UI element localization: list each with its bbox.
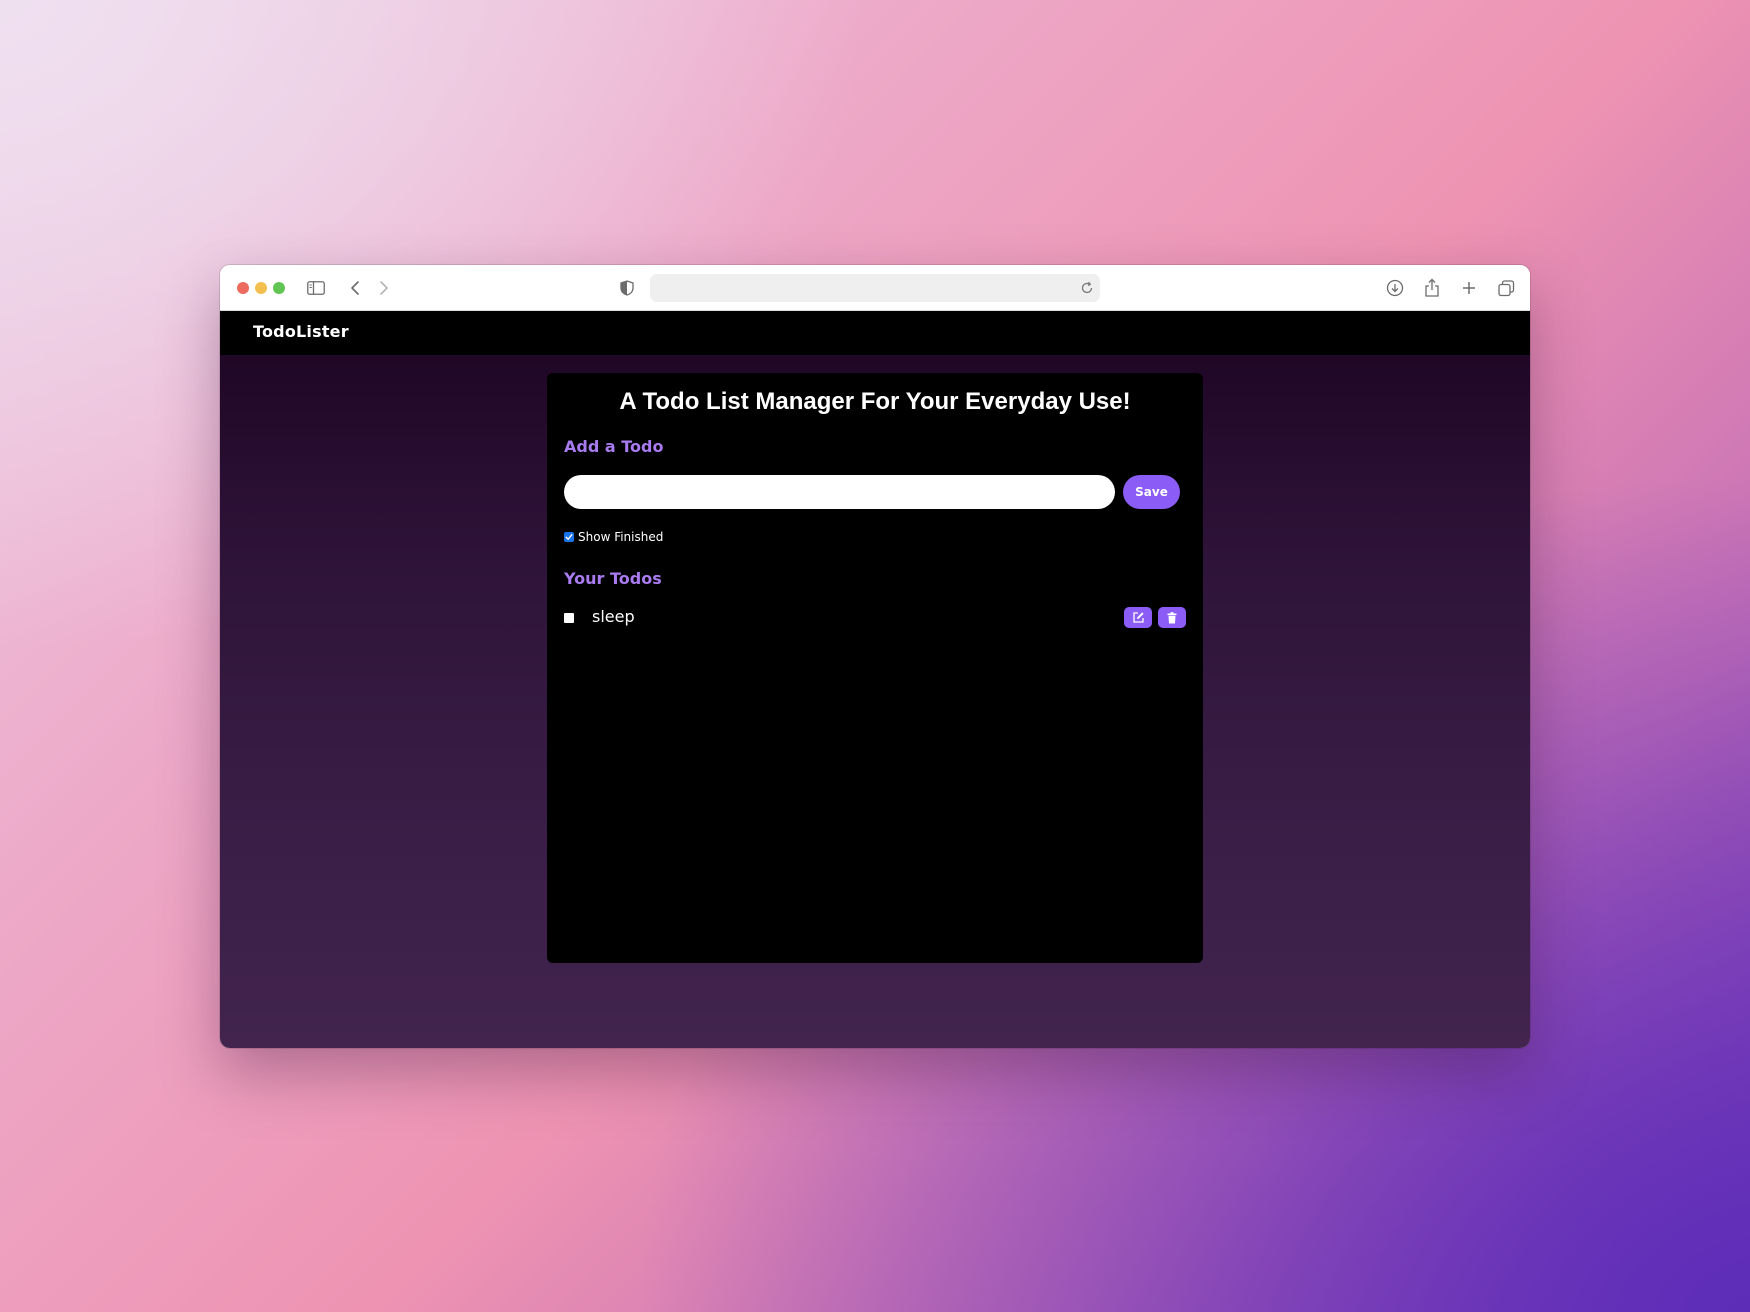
todo-checkbox[interactable] bbox=[564, 613, 574, 623]
add-todo-heading: Add a Todo bbox=[564, 437, 664, 456]
delete-todo-button[interactable] bbox=[1158, 607, 1186, 628]
zoom-window-button[interactable] bbox=[273, 282, 285, 294]
forward-icon[interactable] bbox=[373, 277, 395, 299]
show-finished-label: Show Finished bbox=[578, 530, 664, 544]
show-finished-toggle[interactable]: Show Finished bbox=[564, 530, 663, 544]
close-window-button[interactable] bbox=[237, 282, 249, 294]
shield-icon[interactable] bbox=[616, 277, 638, 299]
sidebar-icon[interactable] bbox=[305, 277, 327, 299]
todo-card: A Todo List Manager For Your Everyday Us… bbox=[547, 373, 1203, 963]
todo-item: sleep bbox=[564, 605, 1186, 629]
edit-todo-button[interactable] bbox=[1124, 607, 1152, 628]
brand-logo[interactable]: TodoLister bbox=[253, 322, 349, 341]
back-icon[interactable] bbox=[344, 277, 366, 299]
reload-icon[interactable] bbox=[1080, 280, 1094, 299]
navbar: TodoLister bbox=[220, 311, 1530, 355]
share-icon[interactable] bbox=[1421, 277, 1443, 299]
tabs-overview-icon[interactable] bbox=[1495, 277, 1517, 299]
minimize-window-button[interactable] bbox=[255, 282, 267, 294]
your-todos-heading: Your Todos bbox=[564, 569, 662, 588]
todo-text: sleep bbox=[592, 607, 635, 626]
page-viewport: TodoLister A Todo List Manager For Your … bbox=[220, 311, 1530, 1048]
trash-icon bbox=[1167, 611, 1177, 623]
todo-input[interactable] bbox=[564, 475, 1115, 509]
checkmark-icon bbox=[565, 534, 573, 540]
new-tab-icon[interactable] bbox=[1458, 277, 1480, 299]
show-finished-checkbox[interactable] bbox=[564, 532, 574, 542]
download-icon[interactable] bbox=[1384, 277, 1406, 299]
browser-window: TodoLister A Todo List Manager For Your … bbox=[220, 265, 1530, 1048]
page-title: A Todo List Manager For Your Everyday Us… bbox=[619, 388, 1131, 415]
address-bar[interactable] bbox=[650, 274, 1100, 302]
save-button[interactable]: Save bbox=[1123, 475, 1180, 509]
browser-toolbar bbox=[220, 265, 1530, 311]
edit-icon bbox=[1132, 612, 1144, 623]
